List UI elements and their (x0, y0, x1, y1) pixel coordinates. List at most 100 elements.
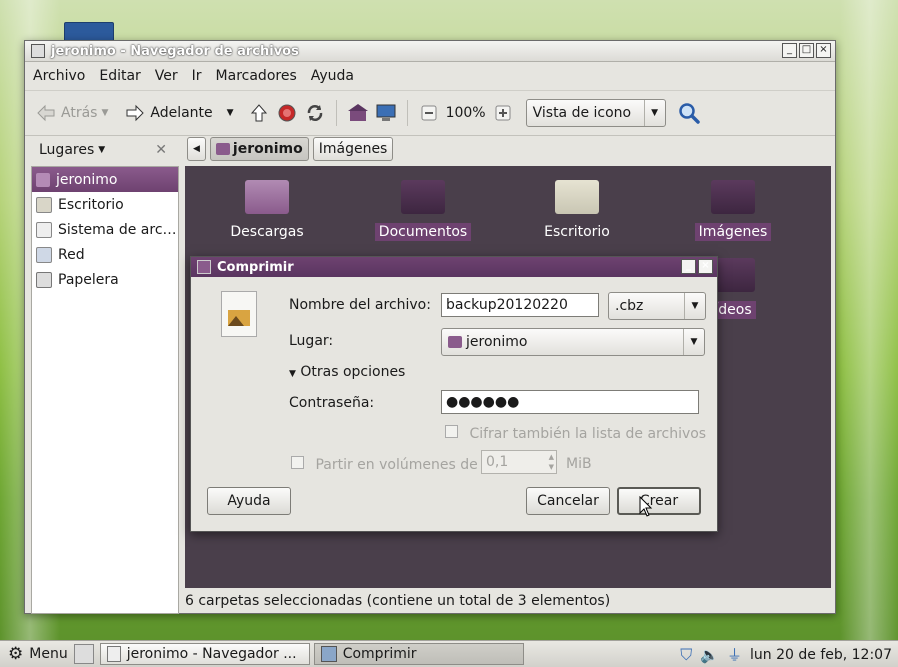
minimize-button[interactable]: _ (681, 259, 696, 274)
folder-item[interactable]: Documentos (353, 180, 493, 241)
chevron-down-icon: ▼ (643, 100, 665, 126)
folder-item[interactable]: Imágenes (663, 180, 803, 241)
back-dropdown-icon[interactable]: ▼ (101, 108, 108, 118)
trash-icon (36, 271, 52, 288)
arrow-left-icon (35, 102, 57, 124)
network-icon[interactable]: ⏚ (727, 644, 742, 665)
status-bar: 6 carpetas seleccionadas (contiene un to… (25, 589, 835, 613)
volume-unit: MiB (566, 456, 592, 472)
mouse-cursor-icon (639, 496, 653, 517)
password-value: ●●●●●● (446, 394, 520, 410)
help-label: Ayuda (227, 493, 271, 509)
reload-icon[interactable] (304, 102, 326, 124)
filename-field[interactable]: backup20120220 (441, 293, 599, 317)
toolbar: Atrás ▼ Adelante ▼ 100% Vista de icono ▼ (25, 91, 835, 136)
spin-arrows-icon[interactable]: ▲ ▼ (549, 452, 554, 472)
up-arrow-icon[interactable] (248, 102, 270, 124)
folder-icon (245, 180, 289, 214)
show-desktop-icon[interactable] (73, 644, 94, 664)
menu-archivo[interactable]: Archivo (33, 68, 85, 84)
back-button[interactable]: Atrás ▼ (35, 102, 108, 124)
location-select[interactable]: jeronimo ▼ (441, 328, 705, 356)
folder-item[interactable]: Descargas (197, 180, 337, 240)
gear-icon: ⚙ (8, 644, 24, 664)
shield-icon[interactable]: ⛉ (680, 645, 692, 665)
password-field[interactable]: ●●●●●● (441, 390, 699, 414)
dialog-body: Nombre del archivo: backup20120220 .cbz … (191, 277, 717, 531)
sidebar-item-label: Papelera (58, 271, 119, 288)
path-back-button[interactable]: ◀ (187, 137, 206, 161)
window-menu-icon[interactable] (31, 44, 45, 58)
more-options-expander[interactable]: ▼ Otras opciones (289, 364, 405, 380)
close-button[interactable]: × (816, 43, 831, 58)
folder-item[interactable]: Escritorio (507, 180, 647, 240)
desktop-icon (36, 196, 52, 213)
zoom-in-icon[interactable] (492, 102, 514, 124)
sidebar-item-label: Sistema de arc… (58, 221, 177, 238)
menu-ir[interactable]: Ir (192, 68, 202, 84)
stop-icon[interactable] (276, 102, 298, 124)
zoom-out-icon[interactable] (418, 102, 440, 124)
drive-icon (36, 221, 52, 238)
menu-ver[interactable]: Ver (155, 68, 178, 84)
cancel-label: Cancelar (537, 493, 599, 509)
dialog-titlebar[interactable]: Comprimir _ × (191, 257, 717, 277)
cancel-button[interactable]: Cancelar (526, 487, 610, 515)
forward-dropdown-icon[interactable]: ▼ (227, 108, 234, 118)
filename-value: backup20120220 (446, 297, 568, 313)
task-compress[interactable]: Comprimir (313, 643, 524, 665)
window-titlebar[interactable]: jeronimo - Navegador de archivos _ □ × (25, 41, 835, 62)
volume-size-spinner[interactable]: 0,1 ▲ ▼ (481, 450, 557, 474)
window-icon (106, 646, 121, 662)
sidebar-item-escritorio[interactable]: Escritorio (32, 192, 178, 217)
encrypt-checkbox[interactable]: Cifrar también la lista de archivos (445, 425, 706, 442)
checkbox-icon (291, 456, 304, 469)
split-checkbox[interactable]: Partir en volúmenes de (291, 456, 478, 473)
sidebar-item-sistema[interactable]: Sistema de arc… (32, 217, 178, 242)
sidebar-item-label: Red (58, 246, 85, 263)
archive-file-icon (221, 291, 257, 337)
sidebar-title: Lugares (39, 142, 95, 158)
computer-icon[interactable] (375, 102, 397, 124)
clock[interactable]: lun 20 de feb, 12:07 (750, 647, 892, 663)
minimize-button[interactable]: _ (782, 43, 797, 58)
menu-editar[interactable]: Editar (99, 68, 140, 84)
view-mode-select[interactable]: Vista de icono ▼ (525, 99, 666, 127)
sidebar-item-papelera[interactable]: Papelera (32, 267, 178, 292)
desktop-light (840, 0, 898, 667)
back-label: Atrás (61, 105, 98, 121)
more-options-label: Otras opciones (300, 364, 406, 380)
search-icon[interactable] (678, 102, 700, 124)
sidebar-item-red[interactable]: Red (32, 242, 178, 267)
home-icon[interactable] (347, 102, 369, 124)
view-mode-value: Vista de icono (532, 105, 632, 121)
close-sidebar-icon[interactable]: ✕ (155, 142, 167, 158)
menu-marcadores[interactable]: Marcadores (216, 68, 297, 84)
volume-icon[interactable]: 🔈 (700, 646, 719, 664)
help-button[interactable]: Ayuda (207, 487, 291, 515)
chevron-down-icon: ▼ (683, 329, 704, 355)
filename-label: Nombre del archivo: (289, 297, 431, 313)
breadcrumb-imagenes[interactable]: Imágenes (312, 137, 394, 161)
task-file-manager[interactable]: jeronimo - Navegador ... (99, 643, 310, 665)
zoom-level[interactable]: 100% (446, 105, 486, 121)
window-menu-icon[interactable] (197, 260, 211, 274)
create-button[interactable]: Crear (617, 487, 701, 515)
breadcrumb-jeronimo[interactable]: jeronimo (209, 137, 309, 161)
menu-button[interactable]: ⚙ Menu (0, 644, 68, 664)
system-tray: ⛉ 🔈 ⏚ lun 20 de feb, 12:07 (680, 644, 892, 665)
maximize-button[interactable]: □ (799, 43, 814, 58)
close-button[interactable]: × (698, 259, 713, 274)
extension-select[interactable]: .cbz ▼ (608, 292, 706, 320)
toolbar-separator (335, 100, 337, 126)
checkbox-icon (445, 425, 458, 438)
menu-ayuda[interactable]: Ayuda (311, 68, 354, 84)
task-label: Comprimir (342, 646, 417, 662)
forward-button[interactable]: Adelante ▼ (124, 102, 234, 124)
volume-size-value: 0,1 (486, 454, 509, 470)
sidebar-header[interactable]: Lugares ▼ ✕ (25, 135, 177, 165)
chevron-down-icon: ▼ (684, 293, 705, 319)
folder-icon (401, 180, 445, 214)
sidebar-item-jeronimo[interactable]: jeronimo (32, 167, 178, 192)
folder-icon (711, 180, 755, 214)
